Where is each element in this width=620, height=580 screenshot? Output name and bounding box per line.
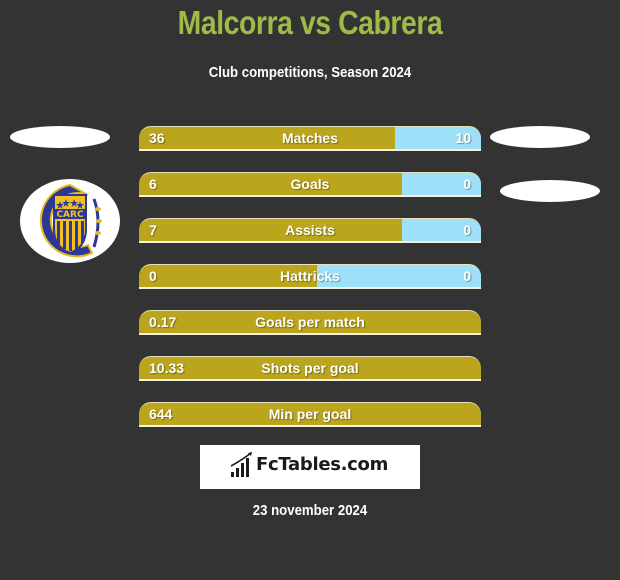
stat-label: Goals [290,176,330,192]
right-value: 0 [463,222,471,238]
stat-bar-min-per-goal: 644 Min per goal [139,402,481,427]
stat-bar-hattricks: 0 Hattricks 0 [139,264,481,289]
right-value: 0 [463,268,471,284]
bar-chart-icon [230,452,252,477]
right-player-placeholder [490,126,590,148]
stat-label: Goals per match [255,314,365,330]
left-player-placeholder [10,126,110,148]
stat-label: Assists [285,222,335,238]
report-date: 23 november 2024 [252,502,368,519]
competition-subtitle: Club competitions, Season 2024 [208,64,412,81]
stat-label: Min per goal [268,406,352,422]
stat-label: Matches [281,130,339,146]
stat-bar-matches: 36 Matches 10 [139,126,481,151]
crest-text: CARC [56,210,84,220]
fctables-logo[interactable]: FcTables.com [200,445,420,489]
stat-bar-goals-per-match: 0.17 Goals per match [139,310,481,335]
team-logo: CARC [20,179,120,263]
stat-bar-goals: 6 Goals 0 [139,172,481,197]
rosario-central-crest-icon: CARC [39,183,102,258]
stat-label: Hattricks [280,268,340,284]
stat-bar-assists: 7 Assists 0 [139,218,481,243]
stat-label: Shots per goal [261,360,359,376]
right-value: 0 [463,176,471,192]
page-title: Malcorra vs Cabrera [177,4,443,41]
right-team-placeholder [500,180,600,202]
right-value: 10 [455,130,471,146]
brand-name: FcTables.com [256,454,389,475]
stat-bar-shots-per-goal: 10.33 Shots per goal [139,356,481,381]
